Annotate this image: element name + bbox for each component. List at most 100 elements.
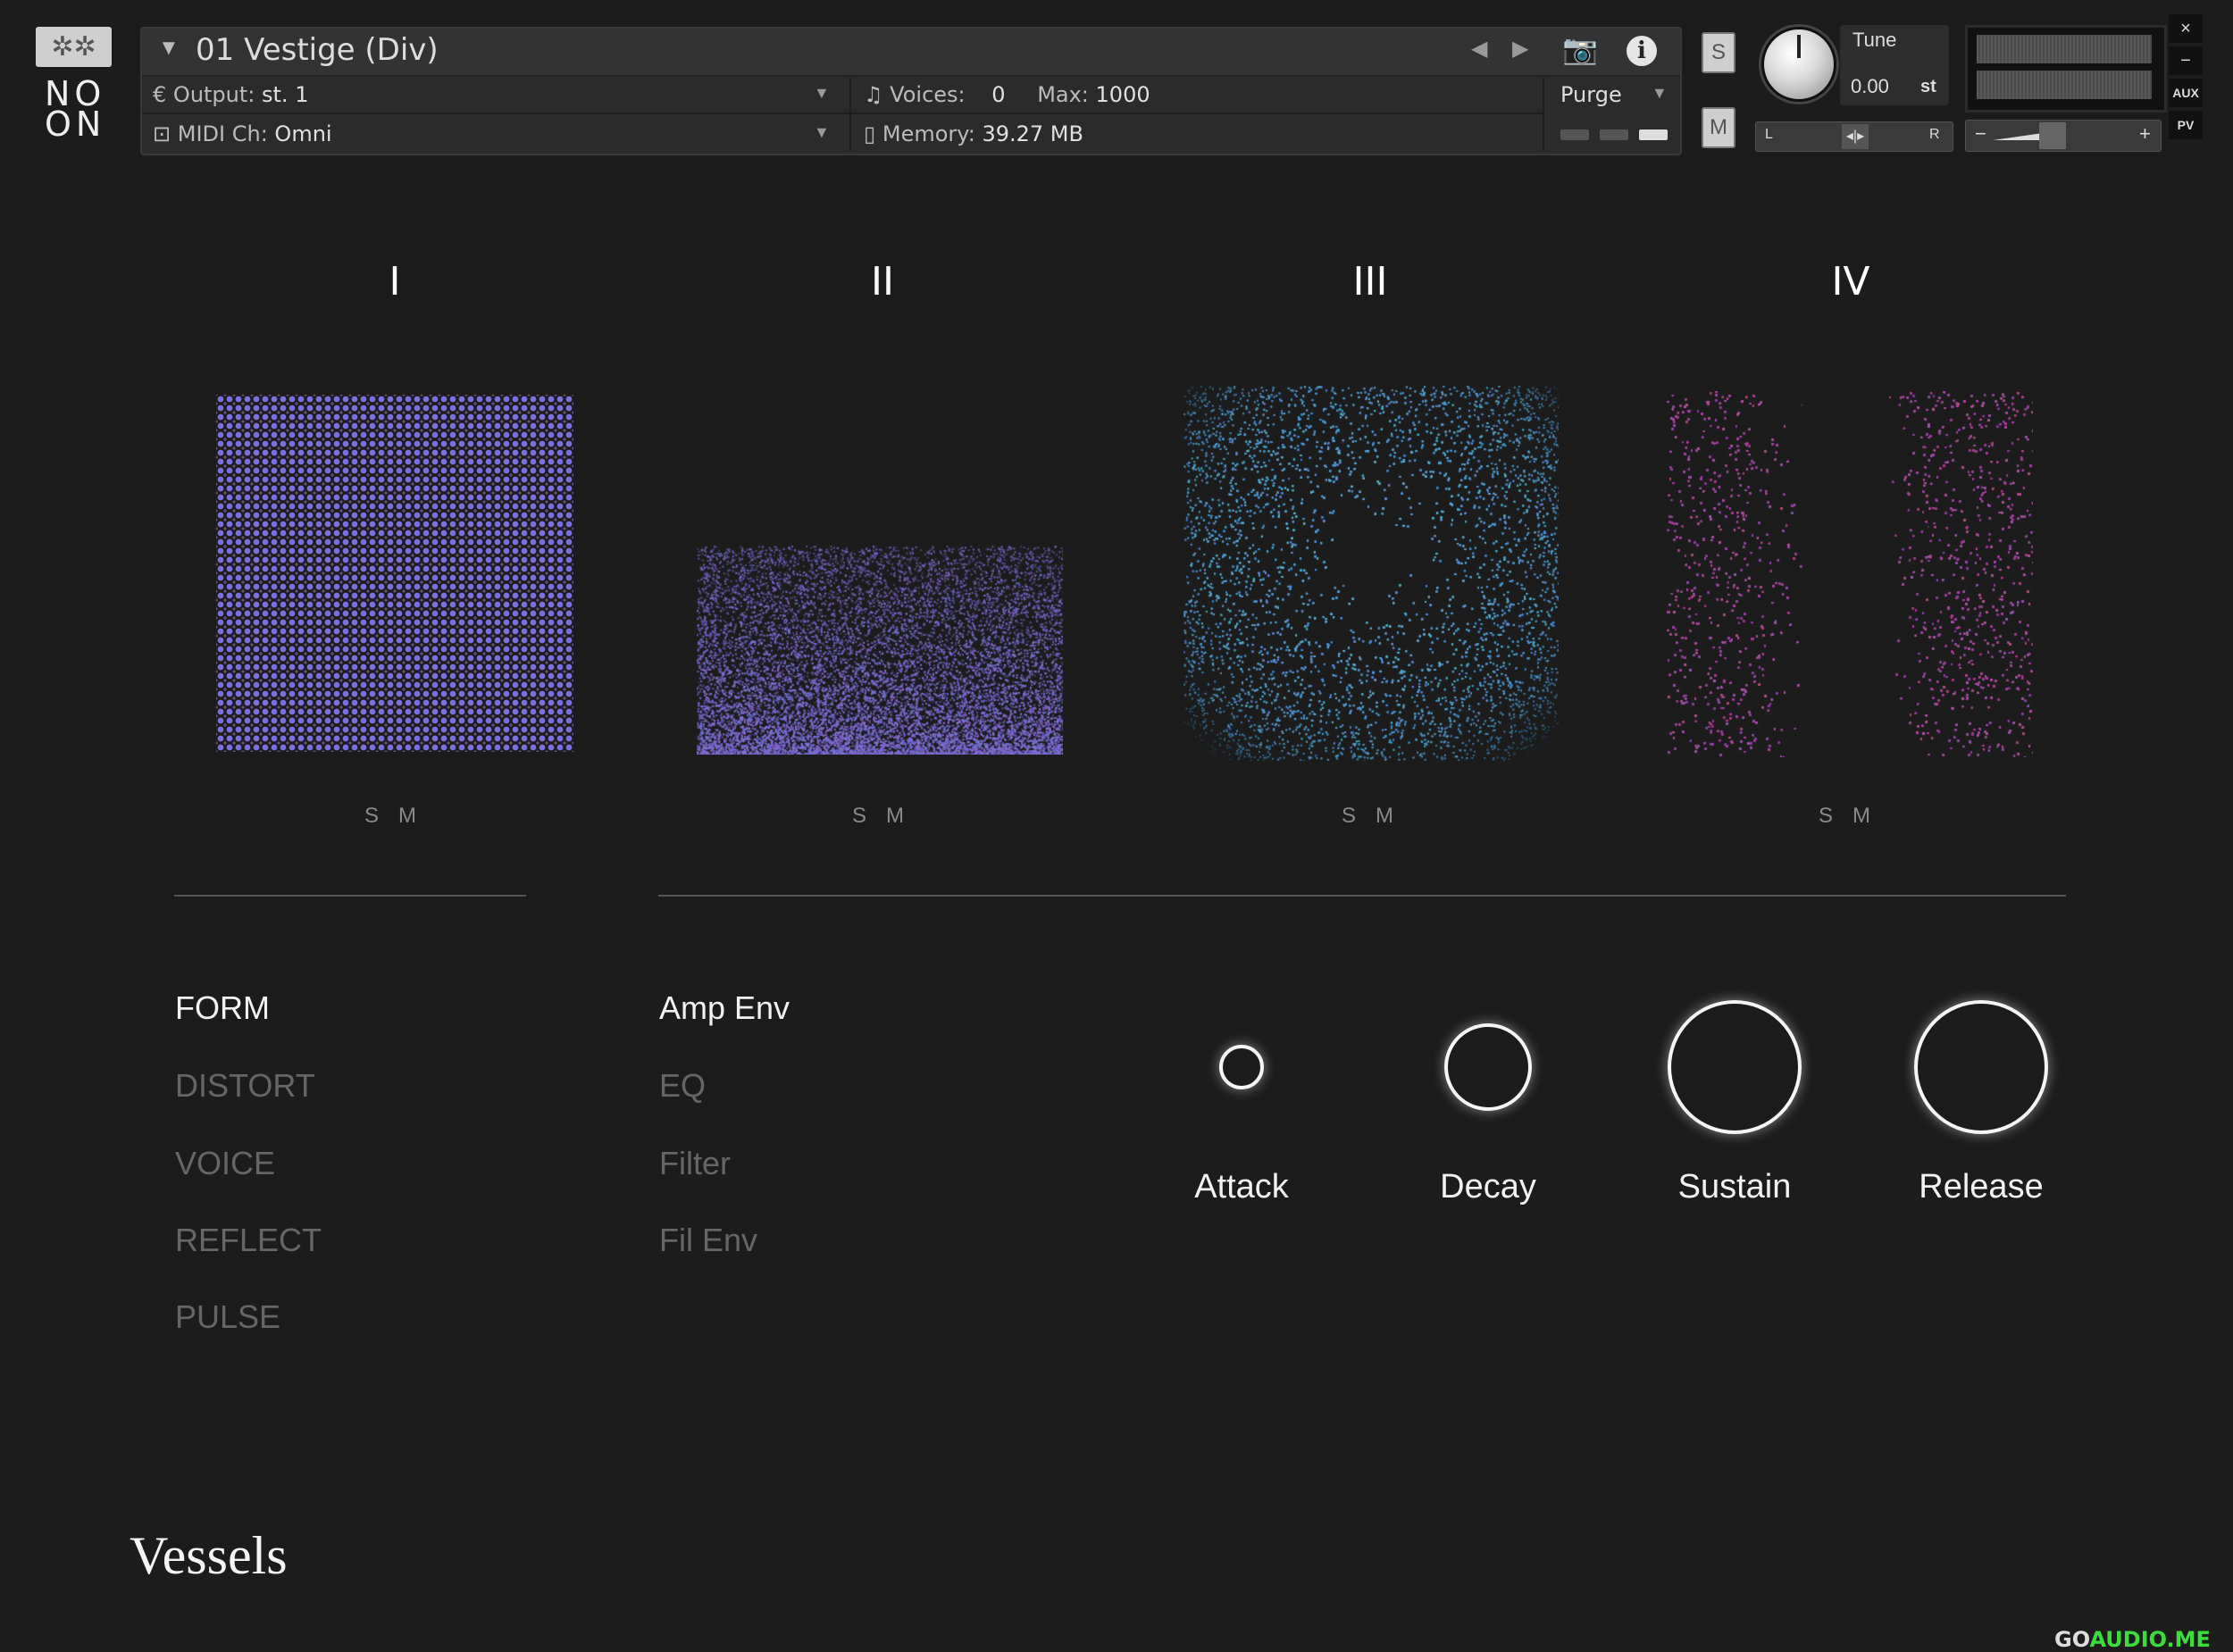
release-knob[interactable] (1914, 1000, 2048, 1134)
divider (142, 113, 1543, 114)
decay-label: Decay (1381, 1168, 1595, 1206)
tune-unit: st (1920, 77, 1936, 97)
divider (849, 77, 851, 152)
gear-icon: ✲✲ (51, 32, 96, 62)
brand-logo: NO ON (45, 79, 125, 139)
logo-line-2: ON (45, 109, 125, 139)
layer-2-solo-mute: SM (852, 804, 924, 829)
memory-value: 39.27 MB (982, 121, 1083, 146)
solo-button[interactable]: S (1702, 32, 1735, 73)
layer-4-mute[interactable]: M (1852, 804, 1890, 828)
right-divider (658, 895, 2066, 897)
caret-down-icon[interactable]: ▼ (158, 36, 180, 61)
level-meter (1965, 25, 2167, 113)
purge-indicator (1560, 129, 1678, 145)
layer-3-numeral: III (1281, 259, 1459, 305)
menu-pulse[interactable]: PULSE (175, 1298, 280, 1336)
divider (1543, 77, 1544, 152)
volume-plus: + (2139, 122, 2151, 146)
tune-value[interactable]: 0.00 (1851, 75, 1889, 98)
purge-menu[interactable]: Purge (1560, 82, 1622, 107)
meter-left (1977, 35, 2152, 63)
memory-icon: ▯ (864, 121, 875, 146)
menu-filter[interactable]: Filter (659, 1145, 731, 1182)
menu-voice[interactable]: VOICE (175, 1145, 275, 1182)
tune-knob[interactable] (1761, 27, 1836, 102)
pan-slider[interactable]: L ◂|▸ R (1755, 121, 1953, 152)
menu-form[interactable]: FORM (175, 989, 270, 1027)
left-divider (174, 895, 526, 897)
pan-handle[interactable]: ◂|▸ (1842, 124, 1869, 149)
next-instrument-icon[interactable]: ▶ (1512, 36, 1528, 62)
midi-label: MIDI Ch: (178, 121, 268, 146)
watermark: GOAUDIO.ME (2054, 1627, 2211, 1652)
pan-left-label: L (1765, 127, 1773, 143)
mute-button[interactable]: M (1702, 107, 1735, 148)
minimize-button[interactable]: − (2169, 46, 2203, 75)
midi-channel-selector[interactable]: ⊡ MIDI Ch: Omni (153, 121, 332, 146)
prev-instrument-icon[interactable]: ◀ (1471, 36, 1487, 62)
volume-handle[interactable] (2039, 122, 2066, 149)
layer-1-numeral: I (305, 259, 484, 305)
max-value[interactable]: 1000 (1096, 82, 1150, 107)
midi-value: Omni (274, 121, 331, 146)
menu-eq[interactable]: EQ (659, 1067, 706, 1105)
layer-1-visual[interactable] (216, 395, 573, 752)
voices-icon: ♫ (864, 82, 883, 107)
memory-display: ▯ Memory: 39.27 MB (864, 121, 1083, 146)
voices-display: ♫ Voices: 0 Max: 1000 (864, 82, 1150, 107)
watermark-prefix: GO (2054, 1627, 2089, 1652)
voices-value: 0 (991, 82, 1005, 107)
info-icon[interactable]: i (1627, 36, 1657, 66)
decay-knob[interactable] (1444, 1023, 1533, 1112)
layer-2-visual[interactable] (697, 487, 1063, 755)
output-value: st. 1 (262, 82, 308, 107)
purge-dropdown-icon[interactable]: ▼ (1652, 84, 1668, 103)
midi-dropdown-icon[interactable]: ▼ (814, 123, 830, 142)
menu-distort[interactable]: DISTORT (175, 1067, 315, 1105)
layer-1-solo[interactable]: S (364, 804, 398, 828)
output-selector[interactable]: € Output: st. 1 (153, 82, 308, 107)
layer-2-solo[interactable]: S (852, 804, 886, 828)
tune-label: Tune (1852, 29, 1896, 52)
volume-slider[interactable]: − + (1965, 120, 2162, 152)
aux-button[interactable]: AUX (2169, 79, 2203, 107)
layer-1-mute[interactable]: M (398, 804, 436, 828)
camera-icon[interactable]: 📷 (1562, 32, 1598, 68)
watermark-suffix: AUDIO.ME (2089, 1627, 2210, 1652)
kontakt-logo-button[interactable]: ✲✲ (36, 27, 112, 67)
layer-4-numeral: IV (1761, 259, 1940, 305)
layer-3-visual[interactable] (1183, 386, 1559, 761)
attack-knob[interactable] (1219, 1045, 1264, 1089)
layer-4-solo-mute: SM (1819, 804, 1890, 829)
pan-right-label: R (1929, 127, 1940, 143)
output-label: Output: (173, 82, 255, 107)
menu-amp-env[interactable]: Amp Env (659, 989, 790, 1027)
attack-label: Attack (1134, 1168, 1349, 1206)
layer-4-visual[interactable] (1667, 391, 2033, 757)
menu-reflect[interactable]: REFLECT (175, 1222, 322, 1259)
instrument-header: ▼ 01 Vestige (Div) ◀ ▶ 📷 i € Output: st.… (140, 27, 1682, 155)
menu-fil-env[interactable]: Fil Env (659, 1222, 757, 1259)
layer-2-mute[interactable]: M (886, 804, 924, 828)
layer-3-solo[interactable]: S (1342, 804, 1376, 828)
layer-2-numeral: II (793, 259, 972, 305)
sustain-label: Sustain (1627, 1168, 1842, 1206)
midi-icon: ⊡ (153, 121, 171, 146)
instrument-name[interactable]: 01 Vestige (Div) (196, 32, 439, 68)
close-button[interactable]: × (2169, 14, 2203, 43)
voices-label: Voices: (890, 82, 965, 107)
max-label: Max: (1037, 82, 1089, 107)
layer-3-mute[interactable]: M (1376, 804, 1413, 828)
output-icon: € (153, 82, 166, 107)
memory-label: Memory: (882, 121, 975, 146)
sustain-knob[interactable] (1668, 1000, 1802, 1134)
layer-4-solo[interactable]: S (1819, 804, 1852, 828)
meter-right (1977, 71, 2152, 99)
pv-button[interactable]: PV (2169, 111, 2203, 139)
release-label: Release (1874, 1168, 2088, 1206)
product-title: Vessels (130, 1525, 288, 1587)
volume-minus: − (1975, 122, 1986, 146)
output-dropdown-icon[interactable]: ▼ (814, 84, 830, 103)
layer-1-solo-mute: SM (364, 804, 436, 829)
